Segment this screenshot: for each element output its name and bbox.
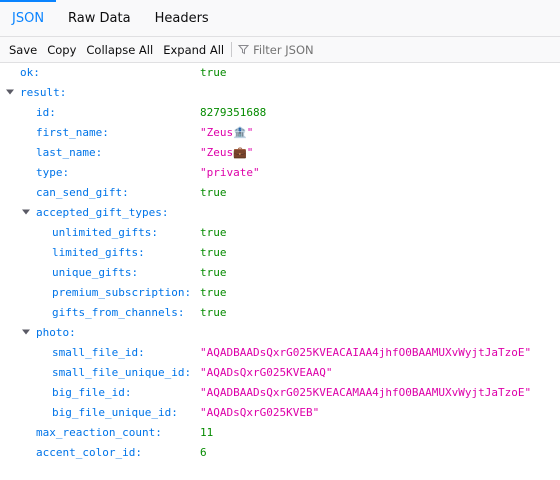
json-value: "AQADsQxrG025KVEAAQ" [200,365,333,379]
tab-raw-data[interactable]: Raw Data [56,0,143,36]
filter-box[interactable] [238,42,404,57]
filter-json-input[interactable] [253,42,404,57]
json-value: "Zeus💼" [200,145,254,159]
json-value: "AQADsQxrG025KVEB" [200,405,320,419]
json-row-big-file-id[interactable]: big_file_id: "AQADBAADsQxrG025KVEACAMAA4… [0,382,560,402]
expand-triangle-icon[interactable] [22,208,30,216]
json-row-result[interactable]: result: [0,82,560,102]
copy-button[interactable]: Copy [42,43,81,57]
json-row-max-reaction-count[interactable]: max_reaction_count: 11 [0,422,560,442]
json-value: 8279351688 [200,105,267,119]
json-key: photo: [36,325,76,339]
tab-json[interactable]: JSON [0,0,57,36]
viewer-tabs: JSON Raw Data Headers [0,0,560,37]
json-key: big_file_unique_id: [52,405,178,419]
json-value: 11 [200,425,214,439]
json-key: result: [20,85,67,99]
json-key: small_file_id: [52,345,145,359]
expand-all-button[interactable]: Expand All [158,43,229,57]
json-value: true [200,225,227,239]
json-value: true [200,305,227,319]
json-value: "AQADBAADsQxrG025KVEACAMAA4jhfO0BAAMUXvW… [200,385,532,399]
json-key: small_file_unique_id: [52,365,192,379]
json-toolbar: Save Copy Collapse All Expand All [0,37,560,63]
json-key: ok: [20,65,40,79]
json-tree: ok: true result: id: 8279351688 first_na… [0,62,560,462]
collapse-all-button[interactable]: Collapse All [81,43,158,57]
json-row-small-file-unique-id[interactable]: small_file_unique_id: "AQADsQxrG025KVEAA… [0,362,560,382]
json-key: can_send_gift: [36,185,129,199]
json-value: true [200,65,227,79]
json-row-type[interactable]: type: "private" [0,162,560,182]
json-row-can-send-gift[interactable]: can_send_gift: true [0,182,560,202]
json-key: limited_gifts: [52,245,145,259]
json-value: true [200,185,227,199]
json-key: first_name: [36,125,109,139]
tab-headers[interactable]: Headers [143,0,221,36]
json-row-premium-subscription[interactable]: premium_subscription: true [0,282,560,302]
json-row-unique-gifts[interactable]: unique_gifts: true [0,262,560,282]
expand-triangle-icon[interactable] [22,328,30,336]
filter-icon [238,44,250,55]
json-key: type: [36,165,70,179]
json-row-id[interactable]: id: 8279351688 [0,102,560,122]
json-key: accepted_gift_types: [36,205,169,219]
json-row-limited-gifts[interactable]: limited_gifts: true [0,242,560,262]
json-row-big-file-unique-id[interactable]: big_file_unique_id: "AQADsQxrG025KVEB" [0,402,560,422]
json-value: "AQADBAADsQxrG025KVEACAIAA4jhfO0BAAMUXvW… [200,345,532,359]
json-key: unique_gifts: [52,265,139,279]
json-key: accent_color_id: [36,445,142,459]
json-key: max_reaction_count: [36,425,162,439]
json-value: true [200,245,227,259]
json-row-unlimited-gifts[interactable]: unlimited_gifts: true [0,222,560,242]
json-key: premium_subscription: [52,285,192,299]
json-key: last_name: [36,145,103,159]
json-row-accent-color-id[interactable]: accent_color_id: 6 [0,442,560,462]
json-row-first-name[interactable]: first_name: "Zeus🏦" [0,122,560,142]
json-key: gifts_from_channels: [52,305,185,319]
json-row-photo[interactable]: photo: [0,322,560,342]
json-value: true [200,265,227,279]
json-value: "Zeus🏦" [200,125,254,139]
toolbar-divider [231,42,233,57]
json-value: true [200,285,227,299]
json-key: id: [36,105,56,119]
json-key: big_file_id: [52,385,132,399]
json-value: 6 [200,445,207,459]
json-row-accepted-gift-types[interactable]: accepted_gift_types: [0,202,560,222]
json-row-gifts-from-channels[interactable]: gifts_from_channels: true [0,302,560,322]
json-row-ok[interactable]: ok: true [0,62,560,82]
json-row-last-name[interactable]: last_name: "Zeus💼" [0,142,560,162]
json-value: "private" [200,165,260,179]
json-row-small-file-id[interactable]: small_file_id: "AQADBAADsQxrG025KVEACAIA… [0,342,560,362]
json-key: unlimited_gifts: [52,225,158,239]
expand-triangle-icon[interactable] [6,88,14,96]
save-button[interactable]: Save [4,43,42,57]
